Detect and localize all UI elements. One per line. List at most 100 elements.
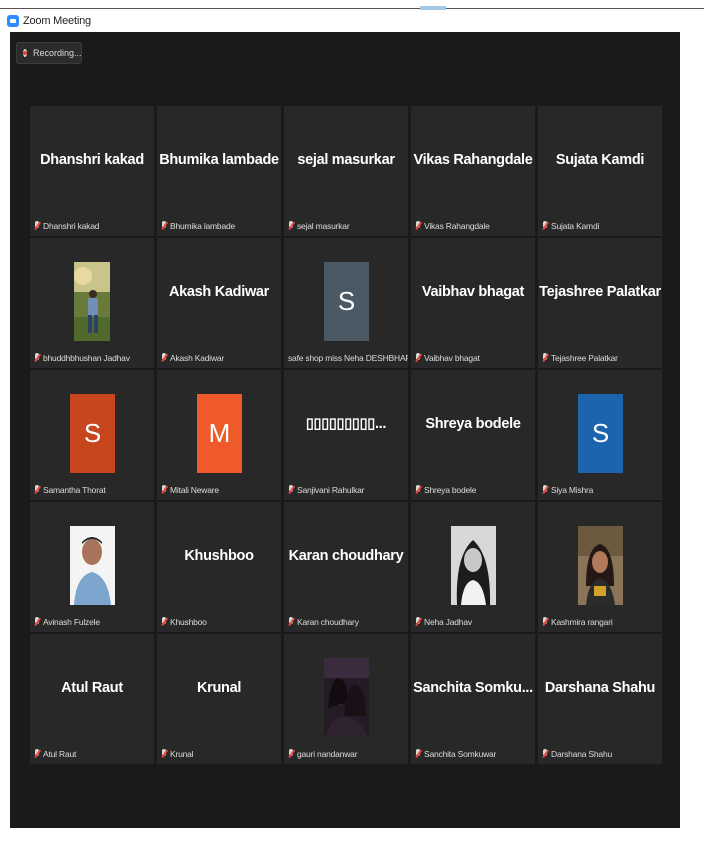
- title-bar: Zoom Meeting: [0, 10, 704, 32]
- avatar-photo: [324, 658, 369, 742]
- mic-muted-icon: [161, 353, 167, 363]
- mic-muted-icon: [542, 485, 548, 495]
- participant-tile[interactable]: Sujata Kamdi Sujata Kamdi: [538, 106, 662, 236]
- mic-muted-icon: [542, 749, 548, 759]
- participant-tile[interactable]: Sanchita Somku... Sanchita Somkuwar: [411, 634, 535, 764]
- avatar: S: [324, 262, 369, 341]
- participant-name: Sanjivani Rahulkar: [297, 485, 365, 495]
- participant-name-label: Atul Raut: [34, 748, 76, 760]
- mic-muted-icon: [161, 617, 167, 627]
- participant-tile[interactable]: Karan choudhary Karan choudhary: [284, 502, 408, 632]
- recording-indicator[interactable]: Recording...: [16, 42, 82, 64]
- participant-display-name: Darshana Shahu: [544, 680, 656, 696]
- participant-tile[interactable]: Vaibhav bhagat Vaibhav bhagat: [411, 238, 535, 368]
- participant-display-name: sejal masurkar: [297, 152, 395, 168]
- mic-muted-icon: [288, 221, 294, 231]
- participant-tile[interactable]: Avinash Fulzele: [30, 502, 154, 632]
- participant-name-label: Akash Kadiwar: [161, 352, 224, 364]
- avatar: M: [197, 394, 242, 473]
- participant-name: Sanchita Somkuwar: [424, 749, 497, 759]
- participant-name-label: safe shop miss Neha DESHBHARTAR: [288, 352, 408, 364]
- participant-tile[interactable]: Darshana Shahu Darshana Shahu: [538, 634, 662, 764]
- mic-muted-icon: [542, 221, 548, 231]
- recording-label: Recording...: [33, 48, 82, 58]
- participant-name-label: Samantha Thorat: [34, 484, 106, 496]
- participant-name: Khushboo: [170, 617, 207, 627]
- participant-tile[interactable]: Bhumika lambade Bhumika lambade: [157, 106, 281, 236]
- participant-tile[interactable]: Atul Raut Atul Raut: [30, 634, 154, 764]
- participant-tile[interactable]: S Siya Mishra: [538, 370, 662, 500]
- participant-name-label: Darshana Shahu: [542, 748, 612, 760]
- participant-tile[interactable]: Akash Kadiwar Akash Kadiwar: [157, 238, 281, 368]
- participant-tile[interactable]: Tejashree Palatkar Tejashree Palatkar: [538, 238, 662, 368]
- participant-name: Vaibhav bhagat: [424, 353, 480, 363]
- mic-muted-icon: [34, 485, 40, 495]
- mic-muted-icon: [288, 617, 294, 627]
- participant-name-label: bhuddhbhushan Jadhav: [34, 352, 130, 364]
- participant-tile[interactable]: sejal masurkar sejal masurkar: [284, 106, 408, 236]
- participant-tile[interactable]: Vikas Rahangdale Vikas Rahangdale: [411, 106, 535, 236]
- participant-name-label: Bhumika lambade: [161, 220, 235, 232]
- participant-name-label: gauri nandanwar: [288, 748, 358, 760]
- participant-tile[interactable]: Neha Jadhav: [411, 502, 535, 632]
- participant-name: gauri nandanwar: [297, 749, 358, 759]
- mic-muted-icon: [415, 353, 421, 363]
- participant-name-label: Tejashree Palatkar: [542, 352, 618, 364]
- participant-tile[interactable]: gauri nandanwar: [284, 634, 408, 764]
- participant-tile[interactable]: Shreya bodele Shreya bodele: [411, 370, 535, 500]
- participant-name-label: Karan choudhary: [288, 616, 359, 628]
- participant-name-label: Vaibhav bhagat: [415, 352, 480, 364]
- participant-display-name: Vaibhav bhagat: [421, 284, 525, 300]
- participant-tile[interactable]: bhuddhbhushan Jadhav: [30, 238, 154, 368]
- participant-name: Vikas Rahangdale: [424, 221, 490, 231]
- participant-tile[interactable]: Kashmira rangari: [538, 502, 662, 632]
- participant-name-label: Shreya bodele: [415, 484, 476, 496]
- mic-muted-icon: [542, 353, 548, 363]
- mic-muted-icon: [415, 221, 421, 231]
- mic-muted-icon: [415, 617, 421, 627]
- avatar-photo: [451, 526, 496, 610]
- mic-muted-icon: [415, 485, 421, 495]
- participant-name-label: Krunal: [161, 748, 194, 760]
- participant-display-name: Bhumika lambade: [159, 152, 279, 168]
- participant-tile[interactable]: Dhanshri kakad Dhanshri kakad: [30, 106, 154, 236]
- participant-name: safe shop miss Neha DESHBHARTAR: [288, 353, 408, 363]
- mic-muted-icon: [34, 221, 40, 231]
- participant-display-name: Karan choudhary: [288, 548, 404, 564]
- participant-name-label: Neha Jadhav: [415, 616, 472, 628]
- participant-name: sejal masurkar: [297, 221, 350, 231]
- mic-muted-icon: [161, 749, 167, 759]
- participant-name: Sujata Kamdi: [551, 221, 600, 231]
- participant-name: Samantha Thorat: [43, 485, 106, 495]
- participant-name: Darshana Shahu: [551, 749, 612, 759]
- participant-tile[interactable]: Krunal Krunal: [157, 634, 281, 764]
- participant-name: Bhumika lambade: [170, 221, 236, 231]
- participant-name: Kashmira rangari: [551, 617, 613, 627]
- avatar: S: [70, 394, 115, 473]
- participant-tile[interactable]: Ssafe shop miss Neha DESHBHARTAR: [284, 238, 408, 368]
- gallery-grid: Dhanshri kakad Dhanshri kakad Bhumika lamb…: [30, 106, 665, 764]
- participant-display-name: Dhanshri kakad: [40, 152, 144, 168]
- participant-name: Krunal: [170, 749, 194, 759]
- mic-muted-icon: [161, 221, 167, 231]
- participant-tile[interactable]: Khushboo Khushboo: [157, 502, 281, 632]
- participant-name-label: Siya Mishra: [542, 484, 593, 496]
- mic-muted-icon: [34, 353, 40, 363]
- participant-name-label: Khushboo: [161, 616, 207, 628]
- participant-tile[interactable]: M Mitali Neware: [157, 370, 281, 500]
- participant-display-name: ▯▯▯▯▯▯▯▯▯...: [305, 416, 387, 432]
- mic-muted-icon: [288, 749, 294, 759]
- participant-name: Mitali Neware: [170, 485, 219, 495]
- participant-tile[interactable]: S Samantha Thorat: [30, 370, 154, 500]
- participant-name-label: Kashmira rangari: [542, 616, 613, 628]
- participant-name: Avinash Fulzele: [43, 617, 100, 627]
- mic-muted-icon: [542, 617, 548, 627]
- participant-display-name: Sanchita Somku...: [413, 680, 533, 696]
- participant-name: Neha Jadhav: [424, 617, 472, 627]
- mic-muted-icon: [415, 749, 421, 759]
- avatar: S: [578, 394, 623, 473]
- participant-tile[interactable]: ▯▯▯▯▯▯▯▯▯... Sanjivani Rahulkar: [284, 370, 408, 500]
- participant-name: Dhanshri kakad: [43, 221, 100, 231]
- participant-name: bhuddhbhushan Jadhav: [43, 353, 130, 363]
- participant-name-label: sejal masurkar: [288, 220, 350, 232]
